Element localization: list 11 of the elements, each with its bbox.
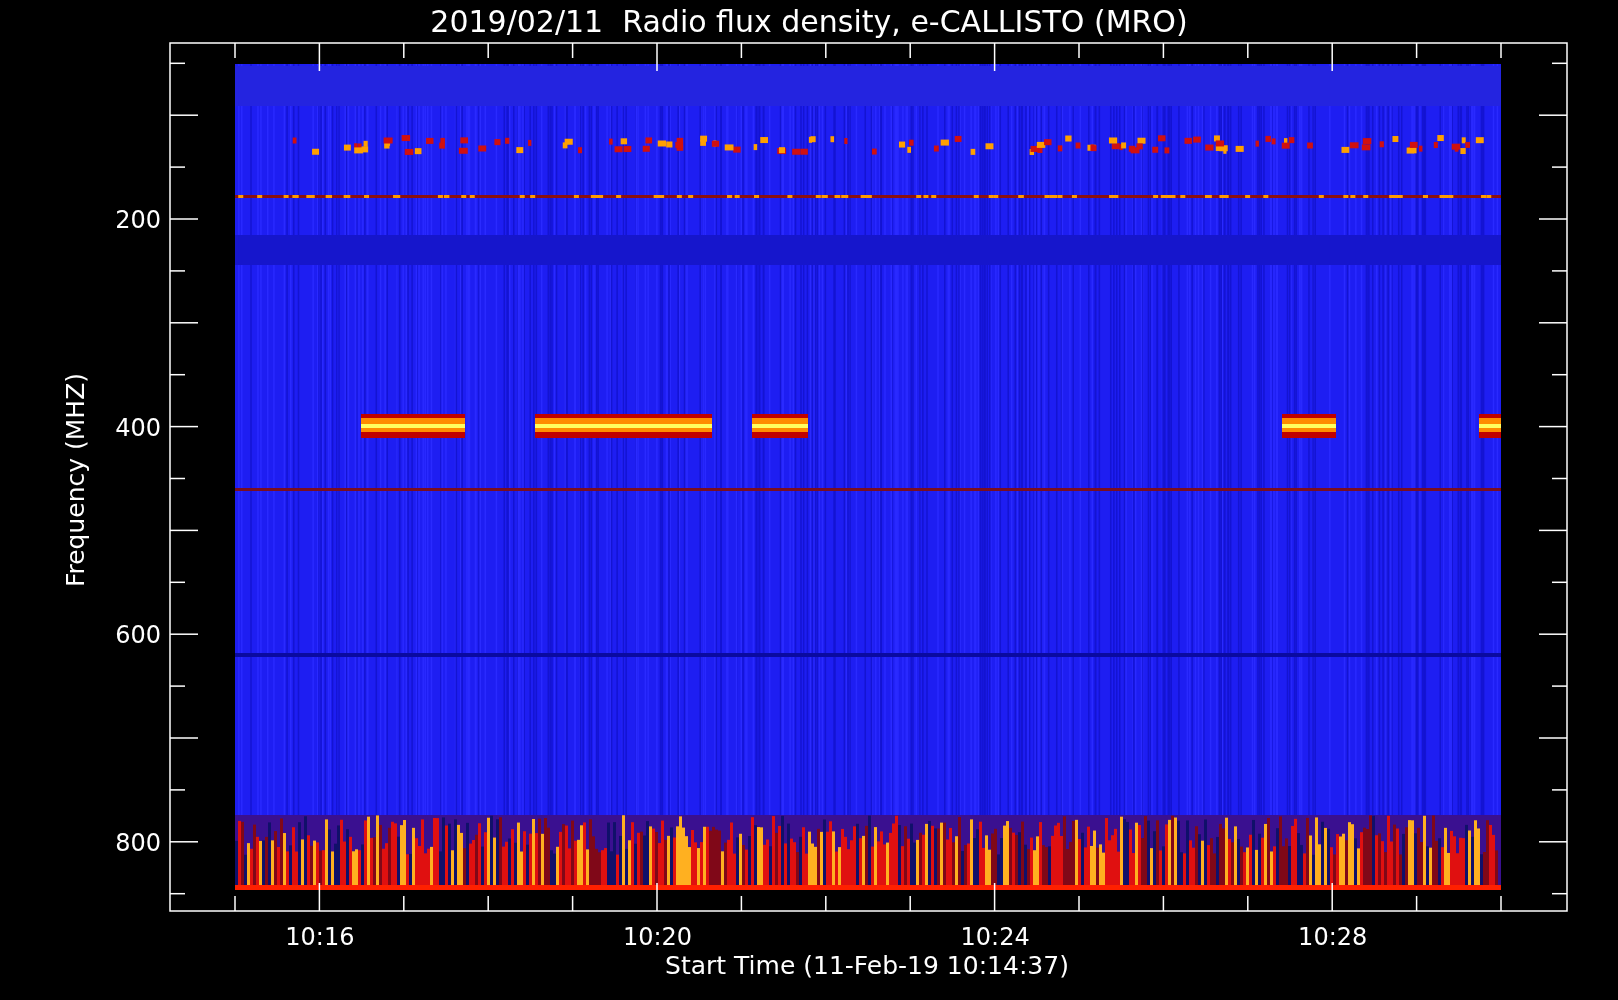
y-axis-label: Frequency (MHZ) [61,372,90,588]
y-tick-label: 200 [115,206,161,234]
y-tick-label: 800 [115,828,161,857]
x-tick-label: 10:20 [622,923,693,951]
y-tick-label: 400 [115,413,161,442]
x-tick-label: 10:16 [285,923,355,951]
x-axis-label: Start Time (11-Feb-19 10:14:37) [665,951,1069,980]
y-tick-label: 600 [115,621,161,649]
plot-title: 2019/02/11 Radio flux density, e-CALLISTO (MRO) [430,4,1188,39]
x-tick-label: 10:28 [1298,923,1368,951]
x-tick-label: 10:24 [960,923,1030,951]
